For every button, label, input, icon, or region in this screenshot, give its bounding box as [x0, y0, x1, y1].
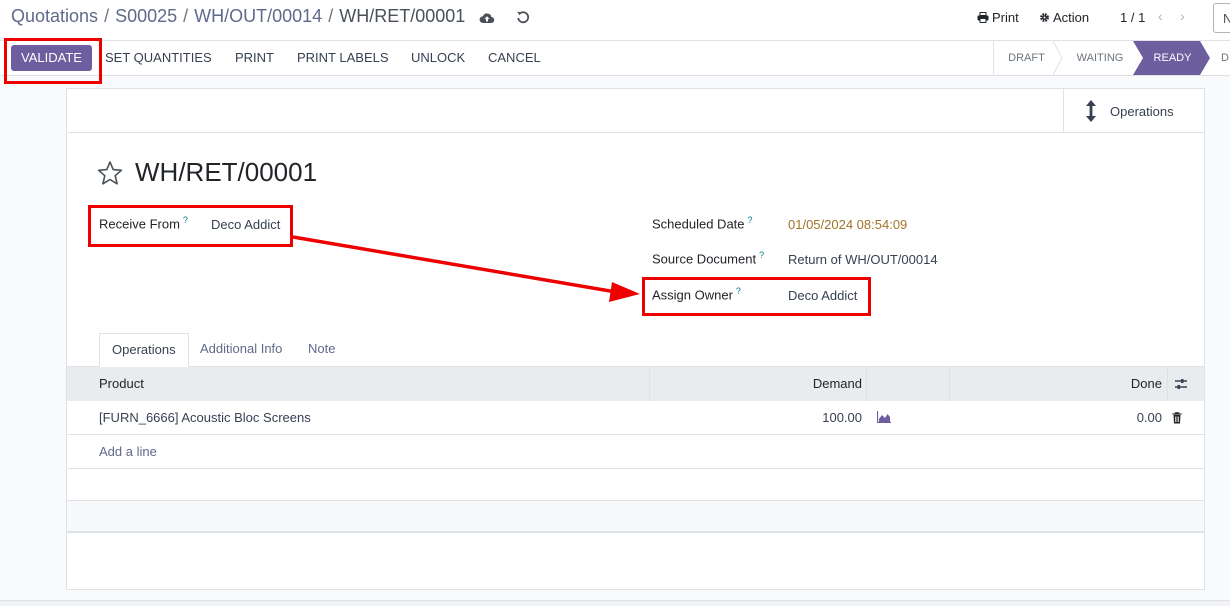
annotation-receive-from-box: [88, 205, 293, 247]
annotation-validate-box: [4, 38, 102, 84]
source-document-label: Source Document?: [652, 250, 764, 266]
record-title: WH/RET/00001: [135, 157, 318, 187]
column-divider: [866, 367, 867, 401]
table-row[interactable]: [FURN_6666] Acoustic Bloc Screens 100.00…: [67, 401, 1204, 435]
control-panel-top: Quotations / S00025/WH/OUT/00014/WH/RET/00…: [0, 0, 1230, 41]
button-box: Operations: [67, 89, 1204, 133]
status-draft[interactable]: DRAFT: [994, 41, 1059, 75]
arrows-vertical-icon: [1086, 100, 1096, 122]
help-icon[interactable]: ?: [759, 250, 764, 260]
operations-smart-label: Operations: [1110, 104, 1174, 119]
gear-icon: [1040, 13, 1049, 22]
breadcrumb: Quotations / S00025/WH/OUT/00014/WH/RET/00…: [11, 6, 465, 27]
cloud-upload-icon[interactable]: [479, 10, 495, 26]
help-icon[interactable]: ?: [748, 215, 753, 225]
print-button[interactable]: PRINT: [235, 50, 274, 65]
column-demand[interactable]: Demand: [650, 367, 862, 401]
scheduled-date-label: Scheduled Date?: [652, 215, 753, 231]
operations-smart-button[interactable]: Operations: [1063, 89, 1204, 133]
status-done[interactable]: D: [1221, 41, 1230, 75]
set-quantities-button[interactable]: SET QUANTITIES: [105, 50, 212, 65]
chevron-right-icon[interactable]: ›: [1180, 8, 1185, 24]
scheduled-date-label-text: Scheduled Date: [652, 216, 745, 232]
unlock-button[interactable]: UNLOCK: [411, 50, 465, 65]
new-button[interactable]: N: [1213, 3, 1230, 33]
status-ready[interactable]: READY: [1145, 41, 1200, 75]
cancel-button[interactable]: CANCEL: [488, 50, 541, 65]
tab-operations[interactable]: Operations: [99, 333, 189, 367]
source-document-label-text: Source Document: [652, 251, 757, 267]
action-menu-button[interactable]: Action: [1039, 10, 1089, 25]
chatter-divider: [0, 600, 1230, 606]
discard-icon[interactable]: [516, 10, 530, 24]
pipeline-chevron: [1053, 41, 1063, 75]
tab-note[interactable]: Note: [308, 333, 335, 367]
table-row-empty: [67, 469, 1204, 501]
annotation-assign-owner-box: [642, 277, 871, 316]
print-menu-label: Print: [992, 10, 1019, 25]
row-product[interactable]: [FURN_6666] Acoustic Bloc Screens: [99, 401, 311, 435]
add-line-link[interactable]: Add a line: [99, 435, 157, 469]
pipeline-chevron: [1200, 41, 1210, 75]
table-header: Product Demand Done: [67, 367, 1204, 401]
source-document-field[interactable]: Return of WH/OUT/00014: [788, 252, 938, 267]
breadcrumb-separator: /: [104, 6, 110, 26]
column-product[interactable]: Product: [99, 367, 144, 401]
breadcrumb-sale-order[interactable]: S00025: [115, 6, 177, 26]
trash-icon[interactable]: [1172, 412, 1182, 424]
print-menu-button[interactable]: Print: [977, 10, 1019, 25]
pager-value[interactable]: 1 / 1: [1120, 10, 1145, 25]
breadcrumb-separator: /: [328, 6, 334, 26]
column-settings-icon[interactable]: [1174, 377, 1188, 391]
forecast-chart-icon[interactable]: [877, 411, 891, 423]
add-line-row: Add a line: [67, 435, 1204, 469]
print-labels-button[interactable]: PRINT LABELS: [297, 50, 389, 65]
status-waiting[interactable]: WAITING: [1065, 41, 1135, 75]
tab-additional-info[interactable]: Additional Info: [200, 333, 282, 367]
scheduled-date-field[interactable]: 01/05/2024 08:54:09: [788, 217, 907, 232]
pipeline-chevron: [1133, 41, 1145, 75]
star-icon[interactable]: [97, 160, 123, 186]
breadcrumb-separator: /: [183, 6, 189, 26]
column-done[interactable]: Done: [950, 367, 1162, 401]
breadcrumb-current: WH/RET/00001: [339, 6, 466, 26]
action-menu-label: Action: [1053, 10, 1090, 25]
breadcrumb-delivery[interactable]: WH/OUT/00014: [194, 6, 322, 26]
form-sheet: Operations WH/RET/00001 Receive From? De…: [66, 88, 1205, 590]
form-statusbar: VALIDATE SET QUANTITIES PRINT PRINT LABE…: [0, 41, 1230, 76]
row-done[interactable]: 0.00: [950, 401, 1162, 435]
chevron-left-icon[interactable]: ‹: [1158, 8, 1163, 24]
table-footer: [67, 501, 1204, 533]
printer-icon: [977, 12, 989, 23]
column-divider: [1167, 367, 1168, 401]
breadcrumb-quotations[interactable]: Quotations: [11, 6, 98, 26]
row-demand[interactable]: 100.00: [650, 401, 862, 435]
